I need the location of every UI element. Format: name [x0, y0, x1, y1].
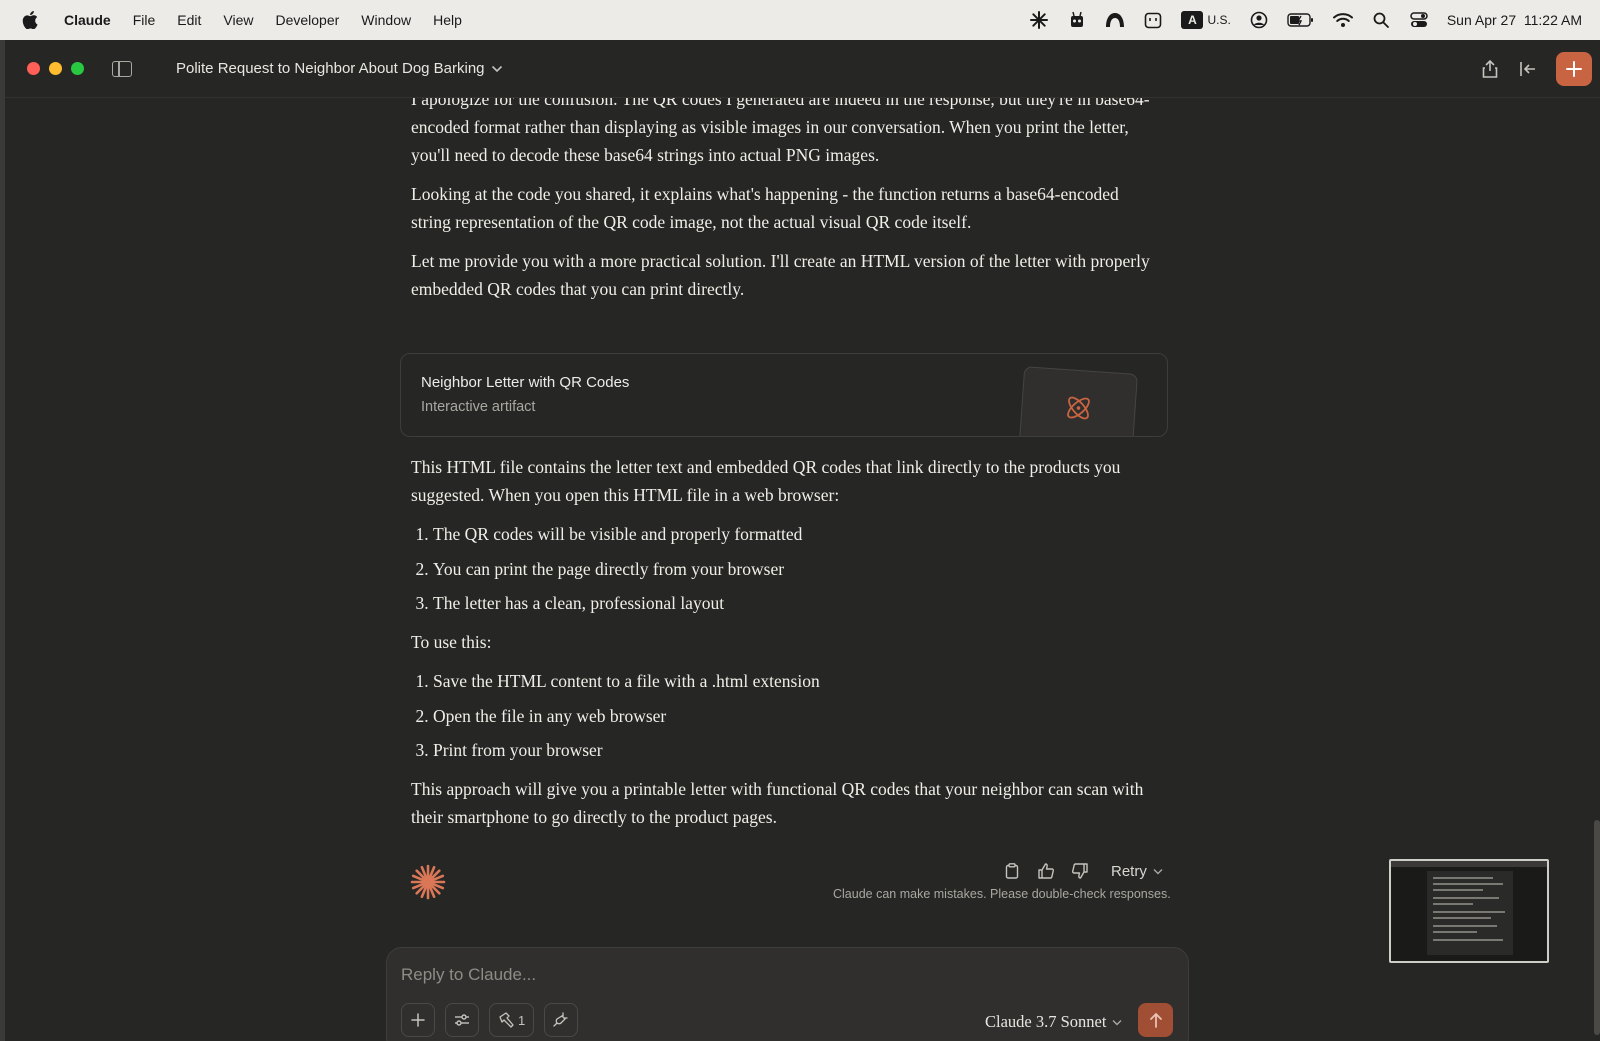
input-source-letter: A [1181, 11, 1204, 29]
list-item: The QR codes will be visible and properl… [433, 520, 1151, 548]
claude-logo-icon [410, 864, 446, 900]
macos-menu-bar: Claude File Edit View Developer Window H… [0, 0, 1600, 40]
robot-icon[interactable] [1067, 10, 1087, 30]
control-center-icon[interactable] [1409, 10, 1429, 30]
close-window-button[interactable] [27, 62, 40, 75]
send-button[interactable] [1138, 1003, 1173, 1037]
chevron-down-icon [1112, 1019, 1122, 1025]
menu-developer[interactable]: Developer [275, 12, 339, 28]
new-chat-button[interactable] [1556, 52, 1592, 86]
preview-bar [1391, 861, 1547, 867]
model-name: Claude 3.7 Sonnet [985, 1012, 1107, 1031]
conversation-scrollbar[interactable] [1594, 820, 1600, 1035]
message-paragraph: This HTML file contains the letter text … [411, 457, 1121, 505]
message-paragraph: Looking at the code you shared, it expla… [411, 184, 1119, 232]
reply-input[interactable] [401, 962, 1101, 988]
thumbs-up-icon[interactable] [1037, 862, 1055, 880]
conversation-title-dropdown[interactable]: Polite Request to Neighbor About Dog Bar… [176, 60, 503, 77]
menu-help[interactable]: Help [433, 12, 462, 28]
zoom-window-button[interactable] [71, 62, 84, 75]
menubar-clock[interactable]: Sun Apr 27 11:22 AM [1447, 12, 1582, 28]
claude-spark-status-icon[interactable] [1029, 10, 1049, 30]
menu-app-name[interactable]: Claude [64, 12, 111, 28]
preview-content [1427, 871, 1513, 955]
list-item: The letter has a clean, professional lay… [433, 589, 1151, 617]
message-paragraph: This approach will give you a printable … [411, 779, 1144, 828]
sidebar-toggle-icon[interactable] [112, 60, 132, 77]
copy-icon[interactable] [1003, 862, 1021, 880]
list-item: Save the HTML content to a file with a .… [433, 667, 1151, 695]
apple-icon[interactable] [22, 11, 40, 29]
list-item: You can print the page directly from you… [433, 555, 1151, 583]
disclaimer-text: Claude can make mistakes. Please double-… [833, 887, 1171, 901]
calendar-face-icon[interactable] [1143, 10, 1163, 30]
user-account-icon[interactable] [1249, 10, 1269, 30]
plug-icon [553, 1012, 568, 1027]
assistant-message-top: I apologize for the confusion. The QR co… [411, 98, 1151, 314]
menu-window[interactable]: Window [361, 12, 411, 28]
battery-icon[interactable] [1287, 10, 1315, 30]
chevron-down-icon [1153, 868, 1163, 874]
retry-label: Retry [1111, 862, 1147, 880]
menu-file[interactable]: File [133, 12, 156, 28]
hammer-icon [499, 1012, 514, 1028]
ordered-list: The QR codes will be visible and properl… [433, 520, 1151, 617]
collapse-left-icon[interactable] [1518, 59, 1538, 79]
artifact-title: Neighbor Letter with QR Codes [421, 374, 630, 391]
minimize-window-button[interactable] [49, 62, 62, 75]
plus-icon [411, 1013, 425, 1027]
add-content-button[interactable] [401, 1003, 435, 1037]
artifact-card[interactable]: Neighbor Letter with QR Codes Interactiv… [400, 353, 1168, 437]
options-button[interactable] [445, 1003, 479, 1037]
window-titlebar: Polite Request to Neighbor About Dog Bar… [5, 40, 1600, 98]
chevron-down-icon [491, 60, 503, 77]
atom-icon [1061, 390, 1096, 429]
list-item: Open the file in any web browser [433, 702, 1151, 730]
list-item: Print from your browser [433, 736, 1151, 764]
model-selector[interactable]: Claude 3.7 Sonnet [985, 1012, 1122, 1032]
input-source-label: U.S. [1207, 13, 1231, 27]
arrow-up-icon [1149, 1012, 1162, 1028]
assistant-message-bottom: This HTML file contains the letter text … [411, 453, 1151, 842]
artifact-subtitle: Interactive artifact [421, 399, 536, 415]
message-paragraph: I apologize for the confusion. The QR co… [411, 98, 1150, 165]
menu-edit[interactable]: Edit [177, 12, 201, 28]
artifact-thumbnail [1017, 366, 1139, 436]
integrations-button[interactable] [544, 1003, 579, 1037]
message-actions: Retry [1003, 862, 1163, 880]
spotlight-search-icon[interactable] [1371, 10, 1391, 30]
message-paragraph: To use this: [411, 632, 492, 653]
wifi-icon[interactable] [1332, 10, 1353, 30]
input-source-indicator[interactable]: A U.S. [1181, 11, 1231, 29]
message-paragraph: Let me provide you with a more practical… [411, 251, 1150, 299]
ordered-list: Save the HTML content to a file with a .… [433, 667, 1151, 764]
conversation-area: I apologize for the confusion. The QR co… [5, 98, 1600, 1041]
menu-view[interactable]: View [223, 12, 253, 28]
traffic-lights [27, 62, 84, 75]
sliders-icon [455, 1014, 469, 1026]
share-icon[interactable] [1480, 59, 1500, 79]
tools-button[interactable]: 1 [489, 1003, 535, 1037]
retry-button[interactable]: Retry [1111, 863, 1163, 880]
plus-icon [1566, 61, 1582, 77]
helmet-icon[interactable] [1105, 10, 1125, 30]
reply-composer: 1 Claude 3.7 Sonnet [386, 947, 1189, 1041]
claude-app-window: Polite Request to Neighbor About Dog Bar… [5, 40, 1600, 1041]
thumbs-down-icon[interactable] [1071, 862, 1089, 880]
tools-count: 1 [518, 1012, 526, 1028]
conversation-title: Polite Request to Neighbor About Dog Bar… [176, 60, 485, 77]
screenshot-preview-thumbnail[interactable] [1389, 859, 1549, 963]
